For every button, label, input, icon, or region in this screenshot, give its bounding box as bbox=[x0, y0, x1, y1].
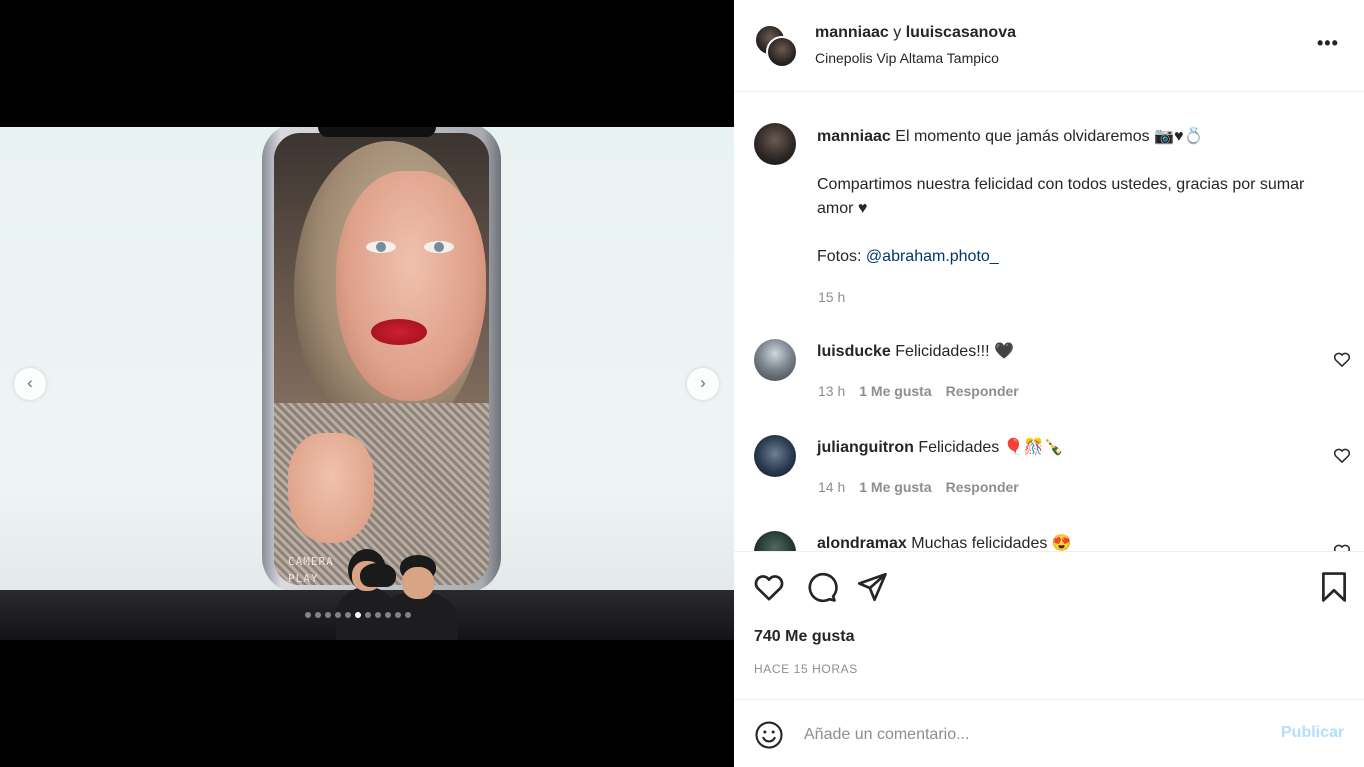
publish-button[interactable]: Publicar bbox=[1281, 724, 1344, 742]
author-names: manniaac y luuiscasanova bbox=[815, 24, 1016, 42]
heart-icon[interactable] bbox=[1332, 541, 1352, 551]
post-actions: 740 Me gusta HACE 15 HORAS bbox=[734, 551, 1364, 699]
post-header: manniaac y luuiscasanova Cinepolis Vip A… bbox=[734, 0, 1364, 92]
post-photo: CAMERA PLAY bbox=[0, 127, 734, 640]
location-link[interactable]: Cinepolis Vip Altama Tampico bbox=[815, 50, 999, 66]
credit-prefix: Fotos: bbox=[817, 248, 862, 265]
caption-line-2: Compartimos nuestra felicidad con todos … bbox=[817, 176, 1305, 217]
avatar[interactable] bbox=[754, 435, 796, 477]
comment-likes[interactable]: 1 Me gusta bbox=[859, 383, 931, 399]
phone-image: CAMERA PLAY bbox=[262, 127, 501, 593]
bookmark-icon[interactable] bbox=[1317, 570, 1351, 604]
comment-body: Felicidades 🎈🎊🍾 bbox=[918, 439, 1064, 456]
carousel-indicator bbox=[305, 612, 411, 620]
caption-line-1: El momento que jamás olvidaremos 📷♥💍 bbox=[895, 128, 1204, 145]
comment-icon[interactable] bbox=[804, 570, 838, 604]
comment-item: luisducke Felicidades!!! 🖤 13 h 1 Me gus… bbox=[734, 339, 1364, 429]
author-link[interactable]: manniaac bbox=[815, 24, 889, 41]
comment-meta: 14 h 1 Me gusta Responder bbox=[818, 479, 1019, 495]
phone-screen: CAMERA PLAY bbox=[274, 133, 489, 585]
carousel-dot bbox=[335, 612, 341, 618]
comment-item: julianguitron Felicidades 🎈🎊🍾 14 h 1 Me … bbox=[734, 435, 1364, 525]
more-icon: ••• bbox=[1317, 33, 1339, 53]
caption-username[interactable]: manniaac bbox=[817, 128, 891, 145]
carousel-dot bbox=[325, 612, 331, 618]
carousel-dot bbox=[365, 612, 371, 618]
comment-username[interactable]: luisducke bbox=[817, 343, 891, 360]
carousel-dot bbox=[345, 612, 351, 618]
hand bbox=[288, 433, 374, 543]
comment-likes[interactable]: 1 Me gusta bbox=[859, 479, 931, 495]
comment-username[interactable]: julianguitron bbox=[817, 439, 914, 456]
carousel-dot bbox=[315, 612, 321, 618]
connector-text: y bbox=[893, 24, 902, 41]
chevron-left-icon: ‹ bbox=[27, 373, 33, 392]
camera-overlay-text: CAMERA PLAY bbox=[288, 553, 334, 585]
avatar[interactable] bbox=[754, 339, 796, 381]
comment-meta: 13 h 1 Me gusta Responder bbox=[818, 383, 1019, 399]
comment-text: luisducke Felicidades!!! 🖤 bbox=[817, 341, 1014, 361]
couple-figure bbox=[330, 547, 462, 640]
caption-timestamp[interactable]: 15 h bbox=[818, 289, 845, 305]
reply-button[interactable]: Responder bbox=[946, 479, 1019, 495]
add-comment-form: Publicar bbox=[734, 699, 1364, 767]
comment-input[interactable] bbox=[804, 722, 1264, 748]
heart-icon[interactable] bbox=[1332, 445, 1352, 465]
more-options-button[interactable]: ••• bbox=[1317, 33, 1339, 54]
heart-icon[interactable] bbox=[752, 570, 786, 604]
chevron-right-icon: › bbox=[700, 373, 706, 392]
comment-time[interactable]: 13 h bbox=[818, 383, 845, 399]
comment-body: Felicidades!!! 🖤 bbox=[895, 343, 1014, 360]
collab-avatars[interactable] bbox=[754, 24, 798, 68]
play-label: PLAY bbox=[288, 572, 319, 585]
post-side-panel: manniaac y luuiscasanova Cinepolis Vip A… bbox=[734, 0, 1364, 767]
heart-icon[interactable] bbox=[1332, 349, 1352, 369]
collaborator-link[interactable]: luuiscasanova bbox=[906, 24, 1016, 41]
avatar[interactable] bbox=[754, 531, 796, 551]
avatar[interactable] bbox=[766, 36, 798, 68]
mention-link[interactable]: @abraham.photo_ bbox=[866, 248, 999, 265]
comment-time[interactable]: 14 h bbox=[818, 479, 845, 495]
carousel-dot bbox=[355, 612, 361, 618]
comments-list[interactable]: manniaac El momento que jamás olvidaremo… bbox=[734, 93, 1364, 551]
comment-item: alondramax Muchas felicidades 😍 bbox=[734, 531, 1364, 551]
lips bbox=[371, 319, 427, 345]
carousel-dot bbox=[385, 612, 391, 618]
previous-photo-button[interactable]: ‹ bbox=[14, 368, 46, 400]
share-icon[interactable] bbox=[855, 570, 889, 604]
post-timestamp[interactable]: HACE 15 HORAS bbox=[754, 662, 858, 676]
post-caption: manniaac El momento que jamás olvidaremo… bbox=[817, 125, 1337, 269]
post-media: CAMERA PLAY ‹ › bbox=[0, 0, 734, 767]
carousel-dot bbox=[375, 612, 381, 618]
comment-text: julianguitron Felicidades 🎈🎊🍾 bbox=[817, 437, 1063, 457]
avatar[interactable] bbox=[754, 123, 796, 165]
carousel-dot bbox=[395, 612, 401, 618]
carousel-dot bbox=[405, 612, 411, 618]
carousel-dot bbox=[305, 612, 311, 618]
face bbox=[336, 171, 486, 401]
phone-notch bbox=[318, 127, 436, 137]
emoji-icon[interactable] bbox=[754, 720, 784, 750]
comment-body: Muchas felicidades 😍 bbox=[911, 535, 1072, 551]
likes-count[interactable]: 740 Me gusta bbox=[754, 628, 854, 646]
next-photo-button[interactable]: › bbox=[687, 368, 719, 400]
comment-text: alondramax Muchas felicidades 😍 bbox=[817, 533, 1072, 551]
reply-button[interactable]: Responder bbox=[946, 383, 1019, 399]
camera-label: CAMERA bbox=[288, 555, 334, 568]
comment-username[interactable]: alondramax bbox=[817, 535, 907, 551]
caption-credit: Fotos: @abraham.photo_ bbox=[817, 245, 1337, 269]
